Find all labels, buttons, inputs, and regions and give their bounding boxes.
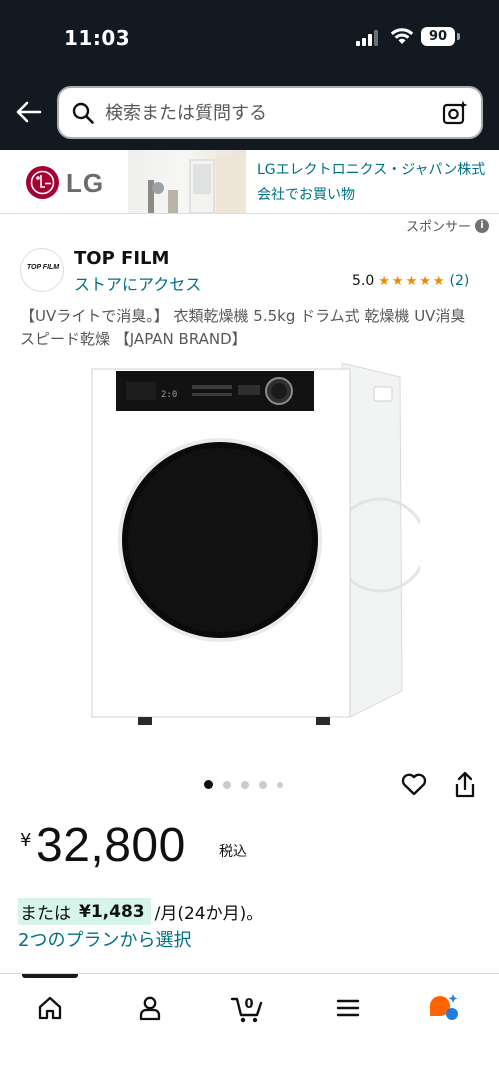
nav-cart[interactable]: 0 [218,988,278,1028]
image-carousel-dots[interactable] [204,780,283,789]
lg-logo-icon [26,166,59,199]
rating-count[interactable]: (2) [450,273,470,289]
rating-value: 5.0 [352,273,375,289]
sponsored-text: スポンサー [405,220,471,235]
installment-info: または ¥1,483 /月(24か月)。 [18,898,263,925]
installment-amount: ¥1,483 [79,901,145,922]
star-icon: ★ [378,273,390,289]
sponsored-label[interactable]: スポンサー i [406,216,489,235]
price-amount: 32,800 [36,819,186,872]
star-icon: ★ [432,273,445,289]
nav-rufus[interactable] [414,988,474,1028]
camera-search-icon[interactable] [441,99,469,127]
back-arrow-icon[interactable] [14,97,44,127]
heart-icon[interactable] [400,770,428,798]
info-icon[interactable]: i [475,218,489,233]
banner-text[interactable]: LGエレクトロニクス・ジャパン株式会社でお買い物 [257,158,489,208]
installment-suffix: /月(24か月)。 [154,904,264,924]
search-input[interactable] [105,98,425,128]
account-icon [139,996,161,1021]
carousel-dot[interactable] [223,780,231,789]
star-icon: ★ [405,273,418,289]
price-currency: ¥ [20,830,32,851]
battery-tip [457,33,460,40]
cart-count: 0 [244,997,253,1012]
installment-prefix: または [20,904,71,924]
product-image[interactable]: 2:0 [80,355,420,733]
home-icon [38,996,62,1020]
cellular-signal-icon [356,30,380,46]
active-tab-indicator [22,974,78,978]
carousel-dot[interactable] [241,780,249,789]
search-icon [72,102,94,124]
lg-logo: LG [26,166,136,200]
installment-badge: または ¥1,483 [18,898,151,925]
sponsored-banner[interactable]: LG LGエレクトロニクス・ジャパン株式会社でお買い物 [0,150,499,214]
star-icon: ★ [391,273,404,289]
nav-account[interactable] [120,988,180,1028]
store-name: TOP FILM [74,248,170,269]
carousel-dot[interactable] [277,781,283,788]
status-time: 11:03 [64,26,131,50]
battery-icon: 90 [421,27,455,46]
store-link[interactable]: ストアにアクセス [74,271,201,295]
store-logo[interactable]: TOP FILM [20,248,64,292]
star-icon: ★ [419,273,431,289]
rufus-icon [430,994,458,1020]
carousel-dot[interactable] [204,780,213,789]
svg-text:2:0: 2:0 [161,390,177,400]
carousel-dot[interactable] [259,780,267,789]
share-icon[interactable] [452,770,478,800]
app-header: 11:03 90 [0,0,499,150]
bottom-navigation: 0 [0,973,499,1080]
search-bar[interactable] [57,86,483,139]
product-title[interactable]: 【UVライトで消臭。】 衣類乾燥機 5.5kg ドラム式 乾燥機 UV消臭 スピ… [20,305,482,351]
nav-home[interactable] [20,988,80,1028]
installment-plan-link[interactable]: 2つのプランから選択 [18,926,191,952]
tax-label: 税込 [219,844,247,860]
cart-icon: 0 [230,997,263,1023]
banner-product-photo [128,150,246,213]
nav-menu[interactable] [318,988,378,1028]
lg-brand-text: LG [66,168,105,198]
store-logo-text: TOP FILM [26,264,60,271]
menu-icon [336,999,360,1017]
wifi-icon [390,28,414,44]
store-rating[interactable]: 5.0 ★ ★ ★ ★ ★ (2) [352,273,469,289]
